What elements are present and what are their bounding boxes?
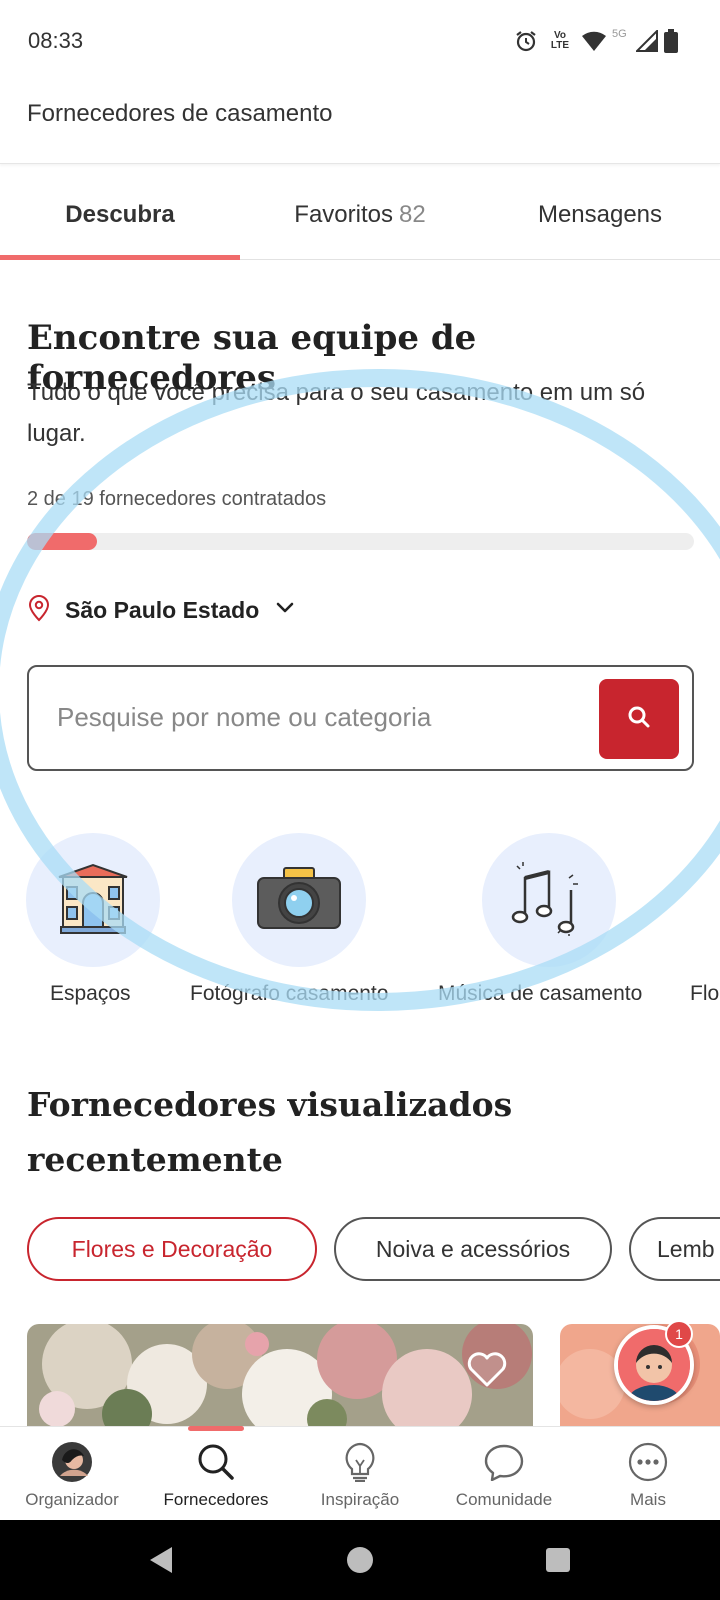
progress-bar	[27, 533, 694, 550]
recents-icon[interactable]	[546, 1548, 570, 1577]
signal-icon	[634, 28, 660, 54]
avatar-icon	[50, 1440, 94, 1484]
network-type-label: 5G	[612, 28, 627, 40]
page-title: Fornecedores de casamento	[27, 100, 333, 127]
category-label: Fotógrafo casamento	[190, 982, 389, 1005]
lightbulb-icon	[338, 1440, 382, 1484]
camera-icon	[256, 866, 342, 935]
nav-fornecedores[interactable]: Fornecedores	[144, 1440, 288, 1516]
category-fotografo[interactable]	[232, 833, 366, 967]
search-button[interactable]	[599, 679, 679, 759]
vendor-card-image	[27, 1324, 533, 1426]
active-tab-indicator	[0, 255, 240, 260]
battery-icon	[663, 28, 679, 54]
nav-comunidade[interactable]: Comunidade	[432, 1440, 576, 1516]
tab-label: Descubra	[65, 201, 175, 228]
category-label: Música de casamento	[438, 982, 643, 1005]
category-musica[interactable]	[482, 833, 616, 967]
notification-badge: 1	[665, 1320, 693, 1348]
nav-label: Mais	[630, 1490, 666, 1509]
search-icon	[194, 1440, 238, 1484]
recent-section-title: Fornecedores visualizados recentemente	[27, 1085, 513, 1179]
back-icon[interactable]	[148, 1545, 174, 1580]
search-placeholder: Pesquise por nome ou categoria	[57, 702, 432, 732]
progress-text: 2 de 19 fornecedores contratados	[27, 488, 327, 510]
nav-organizador[interactable]: Organizador	[0, 1440, 144, 1516]
nav-inspiracao[interactable]: Inspiração	[288, 1440, 432, 1516]
tab-favoritos[interactable]: Favoritos 82	[240, 172, 480, 258]
tab-label: Favoritos	[294, 201, 393, 228]
search-input[interactable]: Pesquise por nome ou categoria	[27, 665, 694, 771]
home-icon[interactable]	[346, 1546, 374, 1579]
status-bar	[0, 0, 720, 80]
tab-descubra[interactable]: Descubra	[0, 172, 240, 258]
category-label-partial: Flo	[690, 982, 720, 1005]
location-pin-icon	[27, 594, 51, 627]
music-notes-icon	[509, 860, 589, 941]
more-icon	[626, 1440, 670, 1484]
progress-bar-fill	[27, 533, 98, 550]
tab-label: Mensagens	[537, 201, 663, 228]
chip-flores-decoracao[interactable]: Flores e Decoração	[27, 1217, 317, 1281]
location-label: São Paulo Estado	[65, 596, 260, 623]
favorites-count: 82	[399, 201, 426, 228]
hero-subtitle: Tudo o que você precisa para o seu casam…	[27, 379, 646, 447]
nav-label: Organizador	[25, 1490, 119, 1509]
venue-building-icon	[55, 861, 131, 940]
chat-bubble-icon	[482, 1440, 526, 1484]
tab-mensagens[interactable]: Mensagens	[480, 172, 720, 258]
wifi-icon	[580, 28, 608, 54]
nav-label: Fornecedores	[163, 1490, 269, 1509]
category-label: Espaços	[50, 982, 131, 1005]
chip-partial[interactable]: Lemb	[629, 1217, 720, 1281]
nav-mais[interactable]: Mais	[576, 1440, 720, 1516]
chevron-down-icon	[273, 596, 297, 625]
location-selector[interactable]: São Paulo Estado	[27, 592, 297, 628]
vendor-card-flowers[interactable]	[27, 1324, 533, 1426]
volte-icon: Vo LTE	[550, 30, 570, 51]
heart-icon[interactable]	[467, 1352, 507, 1393]
search-icon	[626, 704, 652, 735]
nav-active-indicator	[188, 1426, 244, 1431]
nav-label: Inspiração	[320, 1490, 400, 1509]
chip-noiva-acessorios[interactable]: Noiva e acessórios	[334, 1217, 612, 1281]
category-espacos[interactable]	[26, 833, 160, 967]
alarm-icon	[512, 28, 540, 54]
status-time: 08:33	[28, 28, 84, 53]
nav-label: Comunidade	[455, 1490, 553, 1509]
